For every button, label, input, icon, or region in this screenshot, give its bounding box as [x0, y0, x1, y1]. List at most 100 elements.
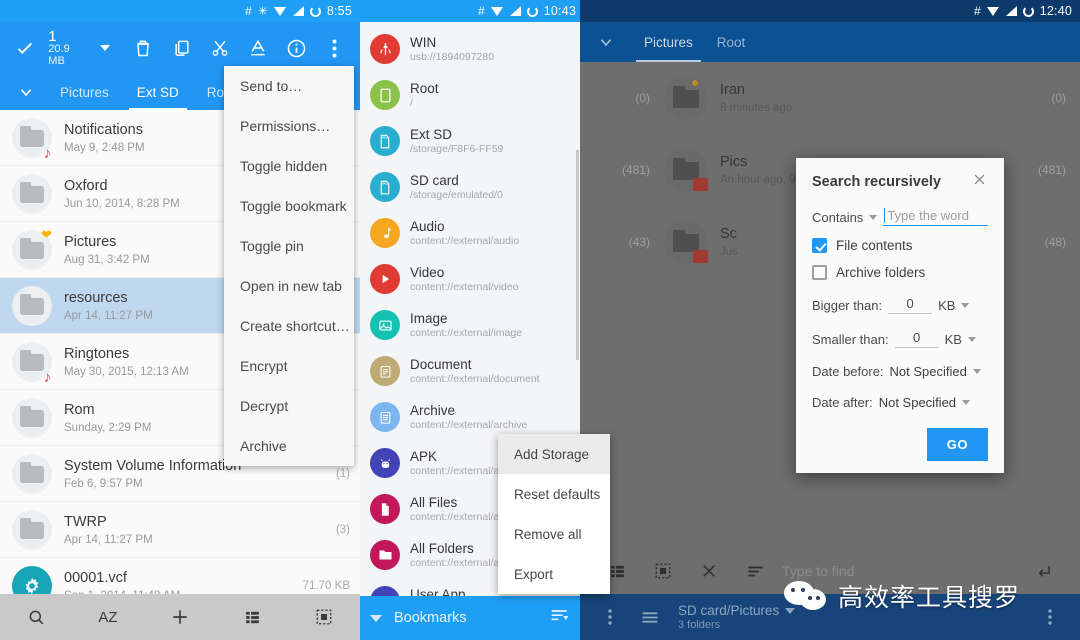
smaller-than-input[interactable]: 0 — [894, 330, 939, 348]
sort-icon[interactable] — [732, 548, 778, 594]
context-menu-item[interactable]: Toggle pin — [224, 226, 354, 266]
find-input[interactable]: Type to find — [778, 563, 1020, 579]
right-tab-pictures[interactable]: Pictures — [632, 22, 705, 62]
sort-icon[interactable] — [550, 608, 570, 629]
bookmark-row[interactable]: Document content://external/document — [360, 348, 580, 394]
file-contents-row[interactable]: File contents — [812, 238, 988, 253]
bigger-than-label: Bigger than: — [812, 297, 883, 313]
bookmark-scrollbar[interactable] — [576, 150, 579, 360]
context-menu-item[interactable]: Send to… — [224, 66, 354, 106]
file-row[interactable]: TWRP Apr 14, 11:27 PM (3) — [0, 502, 360, 558]
copy-icon[interactable] — [163, 26, 201, 70]
alarm-icon — [526, 5, 538, 17]
search-query-input[interactable]: Type the word — [883, 208, 988, 226]
selected-count: 1 — [48, 27, 57, 45]
context-menu-item[interactable]: Toggle bookmark — [224, 186, 354, 226]
document-icon — [370, 356, 400, 386]
info-icon[interactable] — [277, 26, 315, 70]
search-icon[interactable] — [0, 608, 72, 627]
chevron-down-icon[interactable] — [580, 22, 632, 62]
overflow-icon[interactable] — [590, 594, 630, 640]
az-sort-icon[interactable]: AZ — [72, 609, 144, 626]
file-row[interactable]: (0) ● Iran 8 minutes ago (0) — [580, 62, 1080, 134]
archive-folders-row[interactable]: Archive folders — [812, 265, 988, 280]
go-button[interactable]: GO — [926, 428, 988, 461]
date-before-value[interactable]: Not Specified — [890, 364, 967, 379]
wechat-icon — [784, 581, 830, 611]
close-icon[interactable] — [970, 172, 988, 192]
context-menu-item[interactable]: Decrypt — [224, 386, 354, 426]
overflow-icon[interactable] — [316, 26, 354, 70]
bookmarks-popup-menu[interactable]: Add Storage Reset defaults Remove all Expor… — [498, 434, 610, 594]
file-count-left: (43) — [628, 235, 650, 249]
popup-menu-item[interactable]: Export — [498, 554, 610, 594]
list-view-icon[interactable] — [216, 609, 288, 626]
bookmark-name: Ext SD — [410, 126, 453, 142]
cut-icon[interactable] — [201, 26, 239, 70]
bookmark-row[interactable]: SD card/storage/emulated/0 — [360, 164, 580, 210]
left-file-manager-panel: # ✳ 8:55 1 20.9 MB Pictures Ext SD Root … — [0, 0, 360, 640]
context-menu-item[interactable]: Create shortcut… — [224, 306, 354, 346]
search-recursively-dialog: Search recursively Contains Type the wor… — [796, 158, 1004, 473]
contains-label[interactable]: Contains — [812, 210, 863, 225]
popup-menu-item[interactable]: Reset defaults — [498, 474, 610, 514]
bookmark-row[interactable]: Ext SD/storage/F8F6-FF59 — [360, 118, 580, 164]
bookmark-badge-icon: ❤ — [41, 227, 52, 242]
close-icon[interactable] — [686, 548, 732, 594]
add-icon[interactable] — [144, 607, 216, 627]
file-count-left: (0) — [635, 91, 650, 105]
caret-down-icon[interactable] — [967, 336, 976, 342]
rename-icon[interactable] — [239, 26, 277, 70]
file-date: Apr 14, 11:27 PM — [64, 533, 153, 546]
context-menu-item[interactable]: Toggle hidden — [224, 146, 354, 186]
bigger-than-unit[interactable]: KB — [938, 298, 955, 313]
overflow-icon[interactable] — [1030, 594, 1070, 640]
bookmark-path: content://external/archive — [410, 419, 528, 432]
bigger-than-input[interactable]: 0 — [888, 296, 933, 314]
tab-pictures[interactable]: Pictures — [46, 74, 123, 110]
popup-menu-item[interactable]: Remove all — [498, 514, 610, 554]
bookmark-row[interactable]: Audio content://external/audio — [360, 210, 580, 256]
bookmark-name: All Folders — [410, 540, 474, 556]
bookmark-row[interactable]: WIN usb://1894097280 — [360, 26, 580, 72]
android-icon — [370, 448, 400, 478]
select-all-icon[interactable] — [640, 548, 686, 594]
archive-folders-checkbox[interactable] — [812, 265, 827, 280]
selection-dropdown-button[interactable] — [86, 26, 124, 70]
folder-icon — [664, 148, 708, 192]
caret-down-icon[interactable] — [972, 369, 981, 374]
file-contents-checkbox[interactable] — [812, 238, 827, 253]
bookmark-row[interactable]: Video content://external/video — [360, 256, 580, 302]
popup-menu-item[interactable]: Add Storage — [498, 434, 610, 474]
smaller-than-unit[interactable]: KB — [945, 332, 962, 347]
select-all-icon[interactable] — [288, 608, 360, 626]
bookmark-row[interactable]: Root / — [360, 72, 580, 118]
file-date: Feb 6, 9:57 PM — [64, 477, 143, 490]
context-menu-item[interactable]: Open in new tab — [224, 266, 354, 306]
delete-icon[interactable] — [124, 26, 162, 70]
file-contents-label: File contents — [836, 238, 913, 253]
chevron-down-icon[interactable] — [6, 74, 46, 110]
hamburger-icon[interactable] — [630, 594, 670, 640]
signal-icon — [509, 6, 521, 16]
check-icon[interactable] — [6, 26, 44, 70]
caret-down-icon[interactable] — [370, 614, 382, 622]
context-menu-item[interactable]: Archive — [224, 426, 354, 466]
bookmark-row[interactable]: Image content://external/image — [360, 302, 580, 348]
wifi-icon — [273, 6, 287, 16]
context-menu-item[interactable]: Permissions… — [224, 106, 354, 146]
tab-ext-sd[interactable]: Ext SD — [123, 74, 193, 110]
context-menu-item[interactable]: Encrypt — [224, 346, 354, 386]
music-badge-icon: ♪ — [43, 145, 52, 162]
date-before-row: Date before: Not Specified — [812, 364, 988, 379]
caret-down-icon[interactable] — [961, 302, 970, 308]
right-tab-root[interactable]: Root — [705, 22, 758, 62]
pin-badge-icon: ● — [691, 74, 700, 90]
left-context-menu[interactable]: Send to… Permissions… Toggle hidden Toggle … — [224, 66, 354, 466]
caret-down-icon[interactable] — [962, 400, 971, 405]
date-after-value[interactable]: Not Specified — [879, 395, 956, 410]
caret-down-icon[interactable] — [869, 214, 878, 220]
bookmark-name: All Files — [410, 494, 458, 510]
enter-icon[interactable] — [1020, 548, 1066, 594]
play-icon — [370, 264, 400, 294]
